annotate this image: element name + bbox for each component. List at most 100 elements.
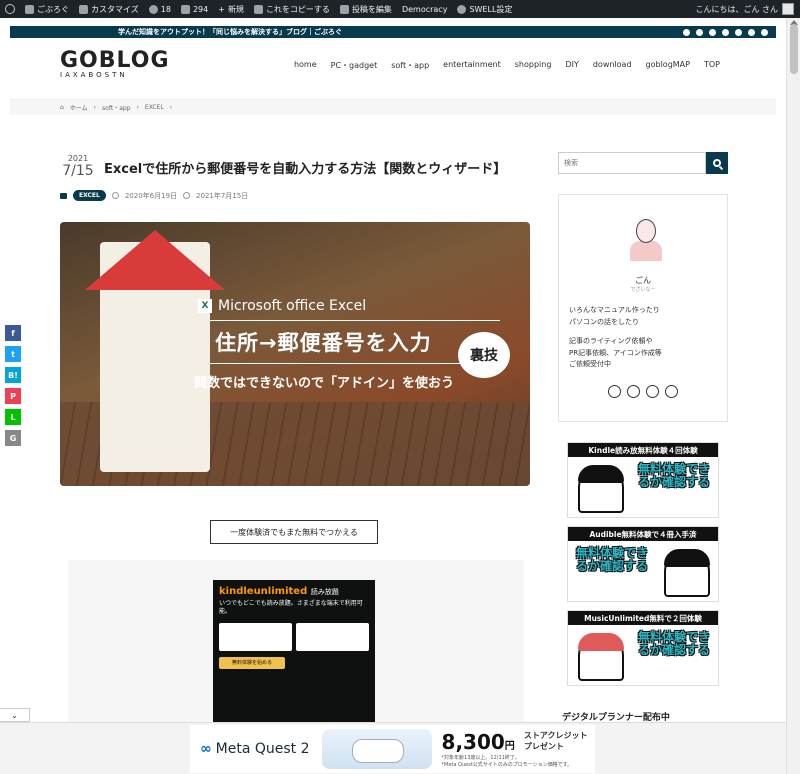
search-form [558,152,728,174]
published-date: 2020年6月19日 [124,191,178,200]
chevron-right-icon: › [93,104,97,111]
post-meta: EXCEL 2020年6月19日 2021年7月15日 [60,190,248,201]
copy-icon [253,4,263,14]
breadcrumb-home[interactable]: ホーム [70,103,88,112]
nav-goblogmap[interactable]: goblogMAP [646,60,690,71]
edit-post-link[interactable]: 投稿を編集 [335,0,397,18]
category-badge[interactable]: EXCEL [73,190,106,201]
site-tagline: 学んだ知識をアウトプット！「同じ悩みを解決する」ブログ｜ごぶろぐ [118,28,342,36]
scrollbar-thumb[interactable] [790,24,798,74]
plus-icon: + [218,4,225,14]
chevron-right-icon: › [136,104,139,111]
meta-quest-ad[interactable]: ∞ Meta Quest 2 8,300円 ストアクレジット プレゼント *対象年齢… [190,725,595,773]
wp-logo-menu[interactable] [0,0,20,18]
pocket-share-button[interactable]: P [5,388,21,404]
nav-pc-gadget[interactable]: PC・gadget [331,60,378,71]
pinterest-icon[interactable] [696,28,703,36]
avatar [782,3,794,15]
nav-home[interactable]: home [294,60,317,71]
copy-share-button[interactable]: G [5,430,21,446]
line-share-button[interactable]: L [5,409,21,425]
account-menu[interactable]: こんにちは、ごん さん [695,3,800,15]
divider [210,363,500,364]
chevron-right-icon: › [169,104,173,111]
pencil-icon [339,4,349,14]
facebook-share-button[interactable]: f [5,325,21,341]
profile-socials [569,384,717,398]
breadcrumb-excel[interactable]: EXCEL [145,104,164,111]
youtube-icon[interactable] [709,28,716,36]
ad-brand: Meta Quest 2 [215,741,310,757]
profile-bio: いろんなマニュアル作ったり パソコンの話をしたり 記事のライティング依頼や PR… [569,306,662,369]
site-logo[interactable]: GOBLOG IAXABOSTN [60,48,170,79]
breadcrumb: ⌂ ホーム › soft・app › EXCEL › [10,100,776,115]
copy-post-link[interactable]: これをコピーする [249,0,335,18]
meta-logo-icon: ∞ [200,741,212,757]
kindle-plan-card [219,622,292,651]
ad-amount: 8,300 [441,730,505,754]
amazon-icon[interactable] [722,28,729,36]
twitter-icon[interactable] [608,384,621,398]
nav-top[interactable]: TOP [704,60,720,71]
global-nav: home PC・gadget soft・app entertainment sh… [294,60,720,71]
amazon-icon[interactable] [665,384,678,398]
eyecatch-image: X Microsoft office Excel 住所→郵便番号を入力 関数ではで… [60,222,530,486]
twitter-share-button[interactable]: t [5,346,21,362]
music-unlimited-trial-banner[interactable]: MusicUnlimited無料で２回体験 無料体験できるか確認する [567,610,719,686]
audible-trial-banner[interactable]: Audible無料体験で４冊入手済 無料体験できるか確認する [567,526,719,602]
democracy-link[interactable]: Democracy [397,0,453,18]
profile-name: ごん [635,276,651,285]
kindle-unlimited-banner[interactable]: kindleunlimited 読み放題 いつでもどこでも読み放題。さまざまな端… [213,580,375,730]
kindle-suffix: 読み放題 [310,588,339,596]
page-scrollbar[interactable] [786,18,800,774]
youtube-icon[interactable] [646,384,659,398]
site-name-menu[interactable]: ごぶろぐ [20,0,74,18]
search-input[interactable] [558,152,706,174]
swell-settings-link[interactable]: SWELL設定 [452,0,517,18]
hatena-share-button[interactable]: B! [5,367,21,383]
updates-link[interactable]: 18 [144,0,176,18]
brush-icon [79,4,88,14]
nav-shopping[interactable]: shopping [515,60,552,71]
nav-diy[interactable]: DIY [565,60,578,71]
excel-icon: X [198,299,212,313]
nav-entertainment[interactable]: entertainment [443,60,501,71]
clock-icon [111,192,119,199]
share-buttons: f t B! P L G [5,325,21,446]
search-icon[interactable] [761,28,768,36]
kindle-trial-banner[interactable]: Kindle読み放無料体験４回体験 無料体験できるか確認する [567,442,719,518]
eyecatch-brand: Microsoft office Excel [218,298,367,314]
headset-image [321,729,432,769]
refresh-icon [148,4,158,14]
profile-card: ごん でざいなー いろんなマニュアル作ったり パソコンの話をしたり 記事のライテ… [558,194,728,422]
search-button[interactable] [706,152,728,174]
chevron-down-icon[interactable]: ⌄ [0,708,30,722]
pinterest-icon[interactable] [627,384,640,398]
sidebar: ごん でざいなー いろんなマニュアル作ったり パソコンの話をしたり 記事のライテ… [558,152,728,723]
rss-icon[interactable] [748,28,755,36]
admin-bar: ごぶろぐ カスタマイズ 18 294 + 新規 これをコピーする 投稿を編集 De… [0,0,800,18]
eyecatch-overlay: X Microsoft office Excel 住所→郵便番号を入力 関数ではで… [120,282,520,391]
refresh-icon [183,192,191,199]
search-icon [713,159,721,167]
nav-soft-app[interactable]: soft・app [391,60,429,71]
feedly-icon[interactable] [735,28,742,36]
breadcrumb-soft-app[interactable]: soft・app [102,103,130,112]
updated-date: 2021年7月15日 [196,191,249,200]
eyecatch-badge: 裏技 [458,332,510,378]
twitter-icon[interactable] [683,28,690,36]
ad-unit: 円 [504,741,515,752]
new-content-menu[interactable]: + 新規 [213,0,249,18]
comments-link[interactable]: 294 [176,0,213,18]
site-header: GOBLOG IAXABOSTN home PC・gadget soft・app… [10,38,776,100]
profile-subtitle: でざいなー [630,287,656,293]
promo-box: kindleunlimited 読み放題 いつでもどこでも読み放題。さまざまな端… [68,560,524,730]
customize-link[interactable]: カスタマイズ [74,0,144,18]
divider [210,320,500,321]
kindle-plan-card [296,622,369,651]
bottom-ad: ∞ Meta Quest 2 8,300円 ストアクレジット プレゼント *対象年齢… [0,722,786,774]
kindle-logo: kindleunlimited [219,586,308,597]
post-date: 2021 7/15 [62,154,94,179]
kindle-trial-button[interactable]: 無料体験を始める [219,656,285,669]
nav-download[interactable]: download [593,60,632,71]
